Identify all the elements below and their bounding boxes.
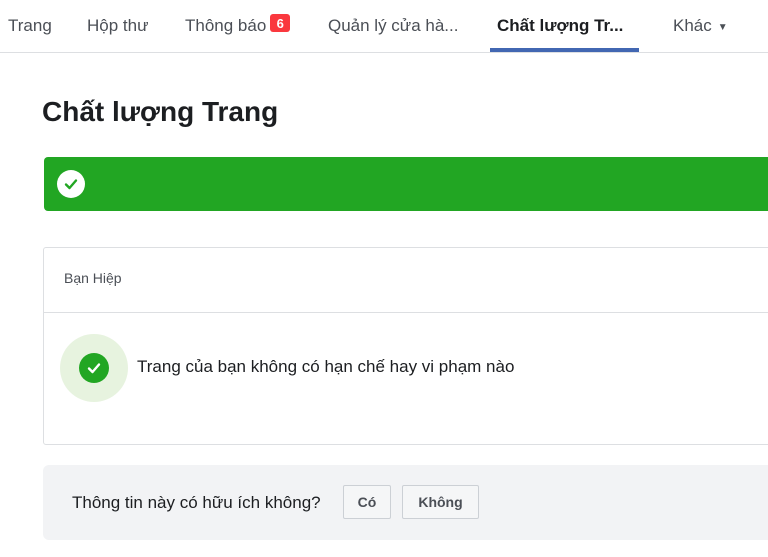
page-quality-card: Bạn Hiệp Trang của bạn không có hạn chế … <box>43 247 768 445</box>
tab-khac[interactable]: Khác ▼ <box>673 0 728 52</box>
tab-label: Khác <box>673 16 712 35</box>
active-tab-indicator <box>490 48 639 52</box>
tab-hop-thu[interactable]: Hộp thư <box>87 0 148 52</box>
tab-label: Chất lượng Tr... <box>497 16 624 35</box>
tab-label: Hộp thư <box>87 16 149 35</box>
top-tab-bar: Trang Hộp thư Thông báo 6 Quản lý cửa hà… <box>0 0 768 53</box>
tab-chat-luong-trang[interactable]: Chất lượng Tr... <box>497 0 623 52</box>
page-owner-label: Bạn Hiệp <box>64 270 122 286</box>
check-circle-icon <box>57 170 85 198</box>
no-button[interactable]: Không <box>402 485 479 519</box>
notification-badge: 6 <box>270 14 291 32</box>
caret-down-icon: ▼ <box>717 21 728 33</box>
tab-label: Thông báo <box>185 16 267 35</box>
yes-button[interactable]: Có <box>343 485 391 519</box>
no-violations-message: Trang của bạn không có hạn chế hay vi ph… <box>137 357 515 376</box>
card-header: Bạn Hiệp <box>44 248 768 313</box>
tab-label: Trang <box>8 16 52 35</box>
check-circle-icon <box>60 334 128 402</box>
feedback-question: Thông tin này có hữu ích không? <box>72 493 321 512</box>
status-banner <box>44 157 768 211</box>
page-title: Chất lượng Trang <box>42 96 279 127</box>
tab-thong-bao[interactable]: Thông báo 6 <box>185 0 291 52</box>
feedback-box: Thông tin này có hữu ích không? Có Không <box>43 465 768 540</box>
tab-label: Quản lý cửa hà... <box>328 16 459 35</box>
tab-trang[interactable]: Trang <box>8 0 52 52</box>
tab-quan-ly-cua-hang[interactable]: Quản lý cửa hà... <box>328 0 458 52</box>
